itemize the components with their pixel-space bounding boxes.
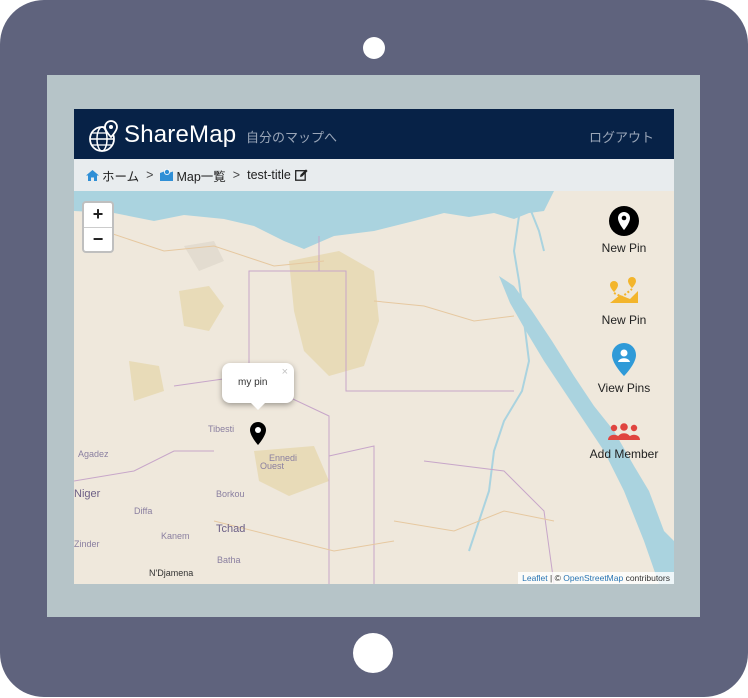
zoom-in-button[interactable]: + <box>84 203 112 228</box>
new-route-tool[interactable]: New Pin <box>574 277 674 327</box>
map-marker-blue-icon <box>612 343 636 376</box>
tool-label: Add Member <box>589 447 659 461</box>
map-label: Zinder <box>74 539 100 549</box>
pin-popup: my pin × <box>222 363 294 410</box>
users-red-icon <box>608 423 640 440</box>
my-maps-link[interactable]: 自分のマップへ <box>246 127 337 146</box>
map-label: Niger <box>74 488 101 500</box>
breadcrumb: ホーム > Map一覧 > test-title <box>74 159 674 191</box>
map-label: N'Djamena <box>149 568 194 578</box>
popup-text: my pin <box>238 377 268 388</box>
zoom-out-button[interactable]: − <box>84 228 112 252</box>
attribution-sep: | © <box>547 573 564 583</box>
breadcrumb-current: test-title <box>247 168 291 182</box>
zoom-control: + − <box>82 201 114 253</box>
brand-name[interactable]: ShareMap <box>124 121 236 149</box>
breadcrumb-map-list[interactable]: Map一覧 <box>176 166 225 185</box>
tablet-camera <box>363 37 385 59</box>
popup-close-button[interactable]: × <box>282 366 288 378</box>
map-marker-black-icon <box>609 206 639 236</box>
tool-label: New Pin <box>601 313 647 327</box>
map-label: Ouest <box>260 461 285 471</box>
map-label: Tibesti <box>208 424 235 434</box>
popup-tip <box>251 403 265 410</box>
map-label: Tchad <box>216 523 246 535</box>
breadcrumb-home[interactable]: ホーム <box>102 166 139 185</box>
tool-label: New Pin <box>601 241 647 255</box>
map-label: Borkou <box>216 489 245 499</box>
leaflet-link[interactable]: Leaflet <box>522 573 548 583</box>
map-label: Batha <box>217 555 241 565</box>
tablet-home-button[interactable] <box>353 633 393 673</box>
logout-link[interactable]: ログアウト <box>589 127 654 146</box>
navbar: ShareMap 自分のマップへ ログアウト <box>74 109 674 159</box>
edit-icon[interactable] <box>294 169 308 181</box>
osm-link[interactable]: OpenStreetMap <box>563 573 623 583</box>
map-label: Diffa <box>134 506 153 516</box>
globe-pin-logo-icon[interactable] <box>88 119 120 153</box>
app-window: ShareMap 自分のマップへ ログアウト ホーム > Map一覧 > tes… <box>74 109 674 584</box>
map-list-icon <box>160 169 174 181</box>
add-member-tool[interactable]: Add Member <box>574 423 674 461</box>
map-label: Agadez <box>78 449 109 459</box>
tool-panel: New Pin New Pin View Pins Add Member <box>574 191 674 471</box>
breadcrumb-separator: > <box>146 168 154 182</box>
home-icon <box>86 169 99 181</box>
tool-label: View Pins <box>597 381 651 395</box>
map-attribution: Leaflet | © OpenStreetMap contributors <box>518 572 674 584</box>
map-canvas[interactable]: Tibesti Ennedi Ouest Agadez Niger Borkou… <box>74 191 674 584</box>
route-yellow-icon <box>610 277 638 303</box>
new-pin-tool[interactable]: New Pin <box>574 205 674 255</box>
view-pins-tool[interactable]: View Pins <box>574 343 674 395</box>
breadcrumb-separator: > <box>232 168 241 182</box>
map-label: Kanem <box>161 531 190 541</box>
map-marker-icon[interactable] <box>249 422 267 446</box>
attribution-contrib: contributors <box>623 573 670 583</box>
